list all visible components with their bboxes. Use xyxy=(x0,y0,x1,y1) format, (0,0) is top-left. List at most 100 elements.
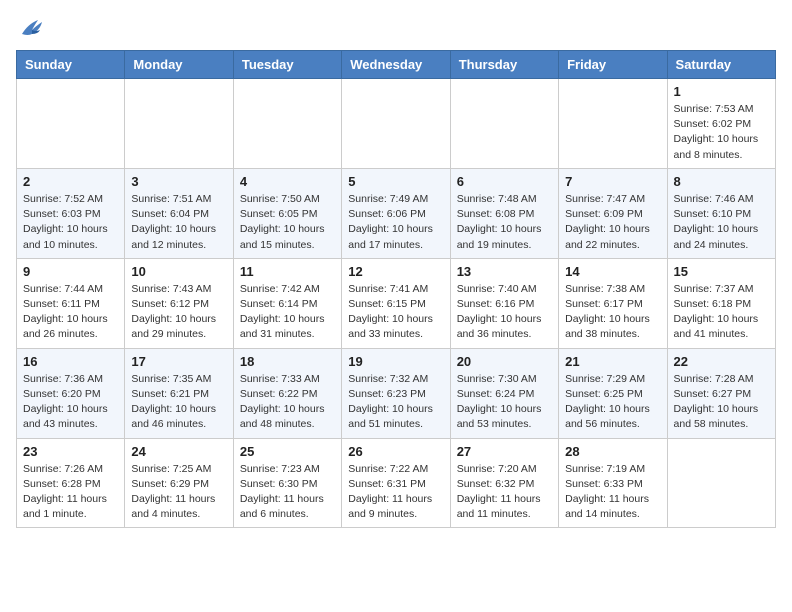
day-number: 18 xyxy=(240,354,335,369)
column-header-thursday: Thursday xyxy=(450,51,558,79)
calendar-table: SundayMondayTuesdayWednesdayThursdayFrid… xyxy=(16,50,776,528)
day-info: Sunrise: 7:53 AM Sunset: 6:02 PM Dayligh… xyxy=(674,102,769,163)
day-info: Sunrise: 7:41 AM Sunset: 6:15 PM Dayligh… xyxy=(348,282,443,343)
day-info: Sunrise: 7:26 AM Sunset: 6:28 PM Dayligh… xyxy=(23,462,118,523)
day-info: Sunrise: 7:46 AM Sunset: 6:10 PM Dayligh… xyxy=(674,192,769,253)
day-number: 22 xyxy=(674,354,769,369)
day-number: 10 xyxy=(131,264,226,279)
day-number: 25 xyxy=(240,444,335,459)
calendar-cell: 16 Sunrise: 7:36 AM Sunset: 6:20 PM Dayli… xyxy=(17,348,125,438)
column-header-wednesday: Wednesday xyxy=(342,51,450,79)
calendar-week-1: 1 Sunrise: 7:53 AM Sunset: 6:02 PM Daylig… xyxy=(17,79,776,169)
calendar-cell: 4Sunrise: 7:50 AM Sunset: 6:05 PM Daylig… xyxy=(233,168,341,258)
day-info: Sunrise: 7:43 AM Sunset: 6:12 PM Dayligh… xyxy=(131,282,226,343)
day-info: Sunrise: 7:49 AM Sunset: 6:06 PM Dayligh… xyxy=(348,192,443,253)
column-header-monday: Monday xyxy=(125,51,233,79)
calendar-cell: 26 Sunrise: 7:22 AM Sunset: 6:31 PM Dayli… xyxy=(342,438,450,528)
day-number: 5 xyxy=(348,174,443,189)
calendar-cell: 25 Sunrise: 7:23 AM Sunset: 6:30 PM Dayli… xyxy=(233,438,341,528)
calendar-cell: 10 Sunrise: 7:43 AM Sunset: 6:12 PM Dayli… xyxy=(125,258,233,348)
day-info: Sunrise: 7:42 AM Sunset: 6:14 PM Dayligh… xyxy=(240,282,335,343)
calendar-cell xyxy=(342,79,450,169)
day-number: 26 xyxy=(348,444,443,459)
calendar-cell: 2 Sunrise: 7:52 AM Sunset: 6:03 PM Daylig… xyxy=(17,168,125,258)
calendar-week-5: 23 Sunrise: 7:26 AM Sunset: 6:28 PM Dayli… xyxy=(17,438,776,528)
day-info: Sunrise: 7:48 AM Sunset: 6:08 PM Dayligh… xyxy=(457,192,552,253)
day-number: 28 xyxy=(565,444,660,459)
calendar-cell xyxy=(450,79,558,169)
calendar-cell: 7Sunrise: 7:47 AM Sunset: 6:09 PM Daylig… xyxy=(559,168,667,258)
day-number: 24 xyxy=(131,444,226,459)
day-info: Sunrise: 7:37 AM Sunset: 6:18 PM Dayligh… xyxy=(674,282,769,343)
calendar-cell: 13 Sunrise: 7:40 AM Sunset: 6:16 PM Dayli… xyxy=(450,258,558,348)
calendar-cell: 21 Sunrise: 7:29 AM Sunset: 6:25 PM Dayli… xyxy=(559,348,667,438)
day-info: Sunrise: 7:19 AM Sunset: 6:33 PM Dayligh… xyxy=(565,462,660,523)
day-number: 8 xyxy=(674,174,769,189)
calendar-week-2: 2 Sunrise: 7:52 AM Sunset: 6:03 PM Daylig… xyxy=(17,168,776,258)
day-number: 15 xyxy=(674,264,769,279)
day-info: Sunrise: 7:40 AM Sunset: 6:16 PM Dayligh… xyxy=(457,282,552,343)
day-number: 19 xyxy=(348,354,443,369)
column-header-tuesday: Tuesday xyxy=(233,51,341,79)
calendar-cell: 23 Sunrise: 7:26 AM Sunset: 6:28 PM Dayli… xyxy=(17,438,125,528)
logo xyxy=(16,16,46,38)
day-number: 1 xyxy=(674,84,769,99)
calendar-cell: 15 Sunrise: 7:37 AM Sunset: 6:18 PM Dayli… xyxy=(667,258,775,348)
day-info: Sunrise: 7:50 AM Sunset: 6:05 PM Dayligh… xyxy=(240,192,335,253)
day-number: 21 xyxy=(565,354,660,369)
calendar-cell: 8 Sunrise: 7:46 AM Sunset: 6:10 PM Daylig… xyxy=(667,168,775,258)
calendar-cell: 6 Sunrise: 7:48 AM Sunset: 6:08 PM Daylig… xyxy=(450,168,558,258)
day-info: Sunrise: 7:51 AM Sunset: 6:04 PM Dayligh… xyxy=(131,192,226,253)
calendar-header-row: SundayMondayTuesdayWednesdayThursdayFrid… xyxy=(17,51,776,79)
day-number: 12 xyxy=(348,264,443,279)
calendar-cell: 3 Sunrise: 7:51 AM Sunset: 6:04 PM Daylig… xyxy=(125,168,233,258)
day-info: Sunrise: 7:29 AM Sunset: 6:25 PM Dayligh… xyxy=(565,372,660,433)
column-header-saturday: Saturday xyxy=(667,51,775,79)
calendar-cell xyxy=(17,79,125,169)
calendar-cell: 24 Sunrise: 7:25 AM Sunset: 6:29 PM Dayli… xyxy=(125,438,233,528)
calendar-cell: 11 Sunrise: 7:42 AM Sunset: 6:14 PM Dayli… xyxy=(233,258,341,348)
day-info: Sunrise: 7:25 AM Sunset: 6:29 PM Dayligh… xyxy=(131,462,226,523)
calendar-cell: 20 Sunrise: 7:30 AM Sunset: 6:24 PM Dayli… xyxy=(450,348,558,438)
logo-bird-icon xyxy=(18,16,46,38)
column-header-friday: Friday xyxy=(559,51,667,79)
day-info: Sunrise: 7:33 AM Sunset: 6:22 PM Dayligh… xyxy=(240,372,335,433)
day-number: 6 xyxy=(457,174,552,189)
calendar-cell: 1 Sunrise: 7:53 AM Sunset: 6:02 PM Daylig… xyxy=(667,79,775,169)
calendar-cell: 22 Sunrise: 7:28 AM Sunset: 6:27 PM Dayli… xyxy=(667,348,775,438)
day-info: Sunrise: 7:30 AM Sunset: 6:24 PM Dayligh… xyxy=(457,372,552,433)
day-info: Sunrise: 7:44 AM Sunset: 6:11 PM Dayligh… xyxy=(23,282,118,343)
day-info: Sunrise: 7:47 AM Sunset: 6:09 PM Dayligh… xyxy=(565,192,660,253)
day-number: 2 xyxy=(23,174,118,189)
day-number: 20 xyxy=(457,354,552,369)
day-info: Sunrise: 7:20 AM Sunset: 6:32 PM Dayligh… xyxy=(457,462,552,523)
calendar-week-3: 9Sunrise: 7:44 AM Sunset: 6:11 PM Daylig… xyxy=(17,258,776,348)
calendar-cell xyxy=(233,79,341,169)
day-number: 11 xyxy=(240,264,335,279)
day-info: Sunrise: 7:35 AM Sunset: 6:21 PM Dayligh… xyxy=(131,372,226,433)
day-number: 14 xyxy=(565,264,660,279)
day-info: Sunrise: 7:36 AM Sunset: 6:20 PM Dayligh… xyxy=(23,372,118,433)
calendar-cell: 17 Sunrise: 7:35 AM Sunset: 6:21 PM Dayli… xyxy=(125,348,233,438)
day-info: Sunrise: 7:28 AM Sunset: 6:27 PM Dayligh… xyxy=(674,372,769,433)
calendar-cell: 27 Sunrise: 7:20 AM Sunset: 6:32 PM Dayli… xyxy=(450,438,558,528)
day-number: 3 xyxy=(131,174,226,189)
day-number: 27 xyxy=(457,444,552,459)
calendar-cell: 19 Sunrise: 7:32 AM Sunset: 6:23 PM Dayli… xyxy=(342,348,450,438)
column-header-sunday: Sunday xyxy=(17,51,125,79)
day-number: 16 xyxy=(23,354,118,369)
day-number: 23 xyxy=(23,444,118,459)
calendar-cell: 14 Sunrise: 7:38 AM Sunset: 6:17 PM Dayli… xyxy=(559,258,667,348)
day-info: Sunrise: 7:22 AM Sunset: 6:31 PM Dayligh… xyxy=(348,462,443,523)
day-info: Sunrise: 7:38 AM Sunset: 6:17 PM Dayligh… xyxy=(565,282,660,343)
day-info: Sunrise: 7:23 AM Sunset: 6:30 PM Dayligh… xyxy=(240,462,335,523)
day-number: 17 xyxy=(131,354,226,369)
day-info: Sunrise: 7:52 AM Sunset: 6:03 PM Dayligh… xyxy=(23,192,118,253)
calendar-cell: 12 Sunrise: 7:41 AM Sunset: 6:15 PM Dayli… xyxy=(342,258,450,348)
calendar-cell: 18 Sunrise: 7:33 AM Sunset: 6:22 PM Dayli… xyxy=(233,348,341,438)
page-header xyxy=(16,16,776,38)
day-number: 13 xyxy=(457,264,552,279)
calendar-cell xyxy=(125,79,233,169)
day-info: Sunrise: 7:32 AM Sunset: 6:23 PM Dayligh… xyxy=(348,372,443,433)
calendar-cell: 5 Sunrise: 7:49 AM Sunset: 6:06 PM Daylig… xyxy=(342,168,450,258)
